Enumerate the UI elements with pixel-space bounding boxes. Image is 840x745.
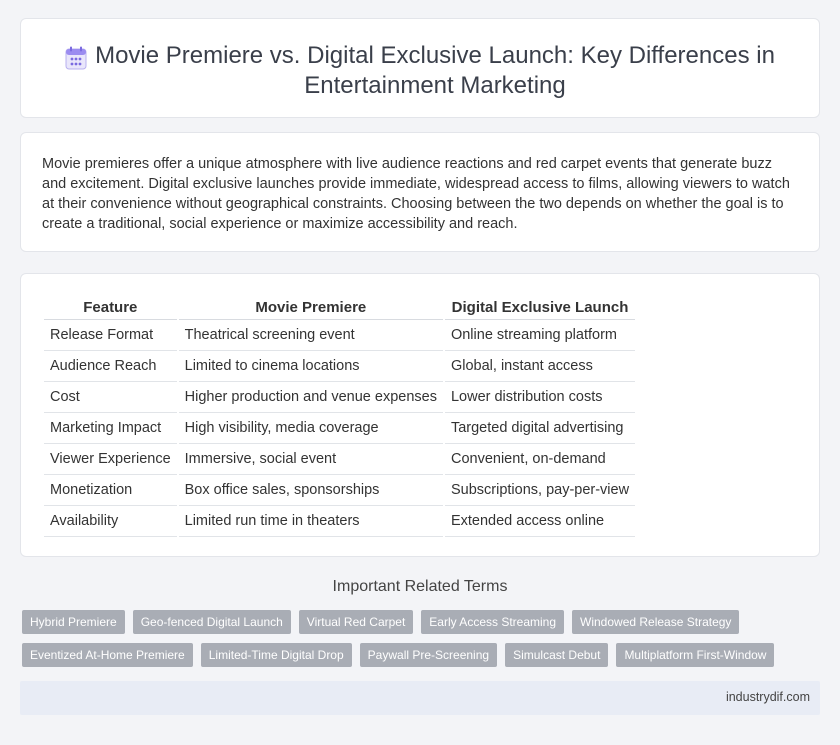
related-terms-tags: Hybrid Premiere Geo-fenced Digital Launc… bbox=[22, 610, 822, 676]
tag-link[interactable]: Paywall Pre-Screening bbox=[359, 643, 498, 667]
table-cell: Audience Reach bbox=[44, 351, 177, 382]
comparison-table: Feature Movie Premiere Digital Exclusive… bbox=[42, 296, 637, 537]
tag-link[interactable]: Windowed Release Strategy bbox=[572, 610, 740, 634]
comparison-card: Feature Movie Premiere Digital Exclusive… bbox=[20, 273, 820, 557]
tag-link[interactable]: Early Access Streaming bbox=[421, 610, 565, 634]
table-cell: Subscriptions, pay-per-view bbox=[444, 475, 636, 506]
page-title: Movie Premiere vs. Digital Exclusive Lau… bbox=[95, 42, 775, 99]
footer: industrydif.com bbox=[20, 681, 820, 715]
table-row: Viewer Experience Immersive, social even… bbox=[44, 444, 636, 475]
table-cell: Limited run time in theaters bbox=[178, 506, 443, 537]
tag-link[interactable]: Geo-fenced Digital Launch bbox=[132, 610, 291, 634]
table-cell: Extended access online bbox=[444, 506, 636, 537]
summary-card: Movie premieres offer a unique atmospher… bbox=[20, 132, 820, 252]
table-cell: Release Format bbox=[44, 320, 177, 351]
tag-row: Hybrid Premiere Geo-fenced Digital Launc… bbox=[22, 610, 822, 634]
summary-text: Movie premieres offer a unique atmospher… bbox=[42, 156, 790, 232]
table-cell: Online streaming platform bbox=[444, 320, 636, 351]
tag-link[interactable]: Hybrid Premiere bbox=[22, 610, 125, 634]
footer-site-link[interactable]: industrydif.com bbox=[726, 690, 810, 704]
table-row: Cost Higher production and venue expense… bbox=[44, 382, 636, 413]
table-row: Availability Limited run time in theater… bbox=[44, 506, 636, 537]
table-row: Audience Reach Limited to cinema locatio… bbox=[44, 351, 636, 382]
table-cell: Convenient, on-demand bbox=[444, 444, 636, 475]
table-row: Marketing Impact High visibility, media … bbox=[44, 413, 636, 444]
table-cell: Limited to cinema locations bbox=[178, 351, 443, 382]
table-cell: High visibility, media coverage bbox=[178, 413, 443, 444]
related-terms-heading: Important Related Terms bbox=[332, 578, 508, 595]
tag-link[interactable]: Virtual Red Carpet bbox=[298, 610, 414, 634]
table-cell: Lower distribution costs bbox=[444, 382, 636, 413]
table-row: Release Format Theatrical screening even… bbox=[44, 320, 636, 351]
tag-link[interactable]: Limited-Time Digital Drop bbox=[200, 643, 352, 667]
title-card: Movie Premiere vs. Digital Exclusive Lau… bbox=[20, 18, 820, 118]
table-cell: Box office sales, sponsorships bbox=[178, 475, 443, 506]
table-cell: Viewer Experience bbox=[44, 444, 177, 475]
table-cell: Higher production and venue expenses bbox=[178, 382, 443, 413]
table-cell: Monetization bbox=[44, 475, 177, 506]
column-header-movie-premiere: Movie Premiere bbox=[178, 296, 443, 320]
tag-link[interactable]: Multiplatform First-Window bbox=[616, 643, 775, 667]
table-cell: Cost bbox=[44, 382, 177, 413]
column-header-digital-exclusive: Digital Exclusive Launch bbox=[444, 296, 636, 320]
table-cell: Global, instant access bbox=[444, 351, 636, 382]
table-row: Monetization Box office sales, sponsorsh… bbox=[44, 475, 636, 506]
table-cell: Availability bbox=[44, 506, 177, 537]
column-header-feature: Feature bbox=[44, 296, 177, 320]
table-cell: Theatrical screening event bbox=[178, 320, 443, 351]
tag-row: Eventized At-Home Premiere Limited-Time … bbox=[22, 643, 822, 667]
table-cell: Targeted digital advertising bbox=[444, 413, 636, 444]
table-cell: Marketing Impact bbox=[44, 413, 177, 444]
table-cell: Immersive, social event bbox=[178, 444, 443, 475]
tag-link[interactable]: Eventized At-Home Premiere bbox=[22, 643, 193, 667]
tag-link[interactable]: Simulcast Debut bbox=[505, 643, 609, 667]
table-header-row: Feature Movie Premiere Digital Exclusive… bbox=[44, 296, 636, 320]
